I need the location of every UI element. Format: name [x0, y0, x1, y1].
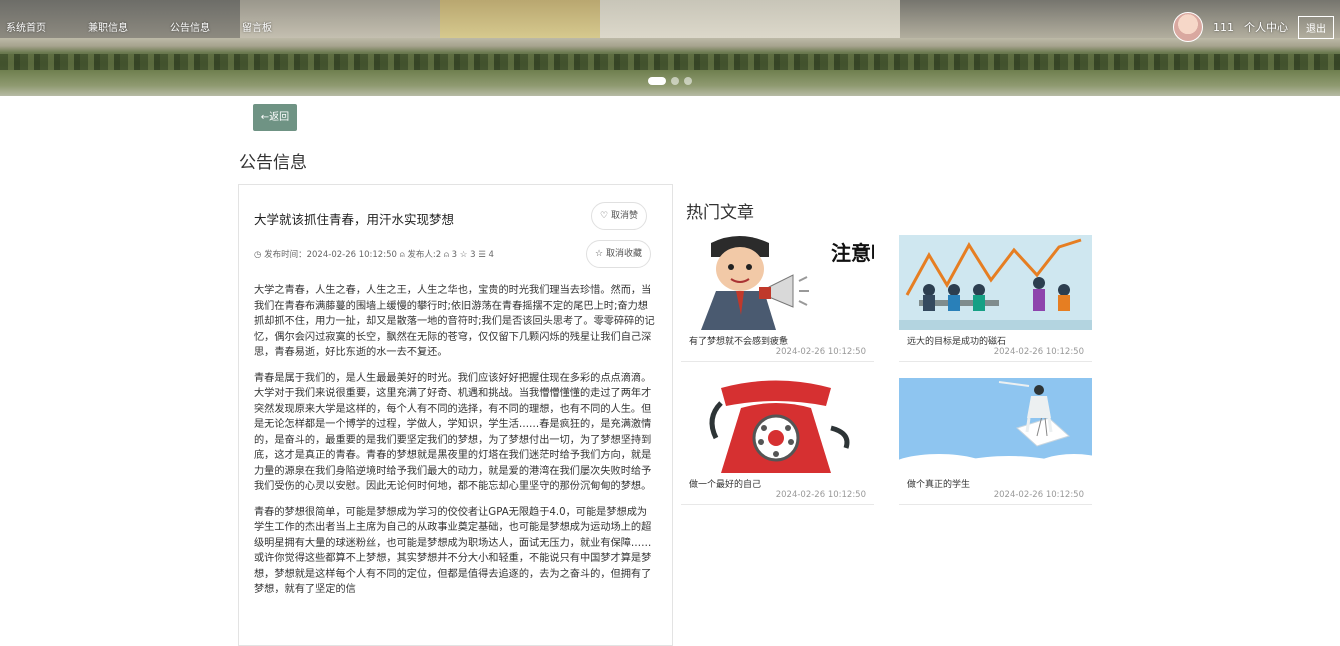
personal-center-link[interactable]: 个人中心	[1244, 19, 1288, 35]
avatar[interactable]	[1173, 12, 1203, 42]
nav-item-notices[interactable]: 公告信息	[164, 19, 216, 34]
business-meeting-chart-image	[899, 235, 1092, 330]
divider	[681, 504, 874, 505]
star-icon: ☆	[595, 249, 604, 259]
divider	[899, 361, 1092, 362]
banner-hedge	[0, 54, 1340, 70]
article-paragraph: 青春的梦想很简单，可能是梦想成为学习的佼佼者让GPA无限趋于4.0，可能是梦想成…	[254, 506, 652, 596]
hot-article-card[interactable]: 注意啦 有了梦想就不会感到疲惫 2024-02-26 10:12:50	[681, 235, 874, 365]
header-banner: 系统首页 兼职信息 公告信息 留言板 111 个人中心 退出	[0, 0, 1340, 96]
unfavorite-button[interactable]: ☆ 取消收藏	[586, 240, 651, 268]
red-telephone-image	[681, 378, 874, 473]
nav-item-jobs[interactable]: 兼职信息	[82, 19, 134, 34]
username: 111	[1213, 20, 1234, 34]
unlike-label: 取消赞	[610, 211, 638, 221]
banner-building	[600, 0, 900, 38]
unlike-button[interactable]: ♡ 取消赞	[591, 202, 647, 230]
hot-article-time: 2024-02-26 10:12:50	[775, 490, 866, 500]
article-meta: ◷ 发布时间：2024-02-26 10:12:50 ⍝ 发布人:2 ⍝ 3 ☆…	[254, 250, 494, 260]
article-title: 大学就该抓住青春，用汗水实现梦想	[254, 212, 455, 227]
carousel-dot-1[interactable]	[648, 77, 666, 85]
back-button[interactable]: ←返回	[253, 104, 297, 131]
hot-article-title: 做一个最好的自己	[689, 480, 762, 490]
divider	[681, 361, 874, 362]
top-nav: 系统首页 兼职信息 公告信息 留言板	[0, 14, 278, 38]
article-paragraph: 青春是属于我们的，是人生最最美好的时光。我们应该好好把握住现在多彩的点点滴滴。大…	[254, 372, 652, 493]
hot-article-card[interactable]: 远大的目标是成功的磁石 2024-02-26 10:12:50	[899, 235, 1092, 365]
heart-icon: ♡	[600, 211, 609, 221]
hot-article-title: 做个真正的学生	[907, 480, 971, 490]
businessman-megaphone-image: 注意啦	[681, 235, 874, 330]
girl-on-book-sky-image	[899, 378, 1092, 473]
hot-article-time: 2024-02-26 10:12:50	[993, 347, 1084, 357]
carousel-indicators	[648, 77, 692, 85]
logout-button[interactable]: 退出	[1298, 15, 1334, 39]
carousel-dot-2[interactable]	[671, 77, 679, 85]
page-title: 公告信息	[239, 153, 307, 173]
image-caption-1: 注意啦	[831, 241, 874, 265]
article-panel: 大学就该抓住青春，用汗水实现梦想 ♡ 取消赞 ☆ 取消收藏 ◷ 发布时间：202…	[238, 184, 673, 646]
hot-article-title: 有了梦想就不会感到疲惫	[689, 337, 789, 347]
nav-item-home[interactable]: 系统首页	[0, 19, 52, 34]
carousel-dot-3[interactable]	[684, 77, 692, 85]
article-paragraph: 大学之青春，人生之春，人生之王，人生之华也，宝贵的时光我们理当去珍惜。然而，当我…	[254, 285, 655, 358]
hot-articles-title: 热门文章	[686, 203, 754, 223]
unfavorite-label: 取消收藏	[605, 249, 642, 259]
article-content: 大学之青春，人生之春，人生之王，人生之华也，宝贵的时光我们理当去珍惜。然而，当我…	[254, 283, 657, 608]
hot-article-card[interactable]: 做一个最好的自己 2024-02-26 10:12:50	[681, 378, 874, 508]
nav-item-messages[interactable]: 留言板	[236, 19, 278, 34]
hot-article-title: 远大的目标是成功的磁石	[907, 337, 1007, 347]
hot-article-time: 2024-02-26 10:12:50	[993, 490, 1084, 500]
divider	[899, 504, 1092, 505]
hot-article-card[interactable]: 做个真正的学生 2024-02-26 10:12:50	[899, 378, 1092, 508]
banner-building	[440, 0, 600, 38]
hot-article-time: 2024-02-26 10:12:50	[775, 347, 866, 357]
user-bar: 111 个人中心 退出	[1173, 12, 1334, 42]
